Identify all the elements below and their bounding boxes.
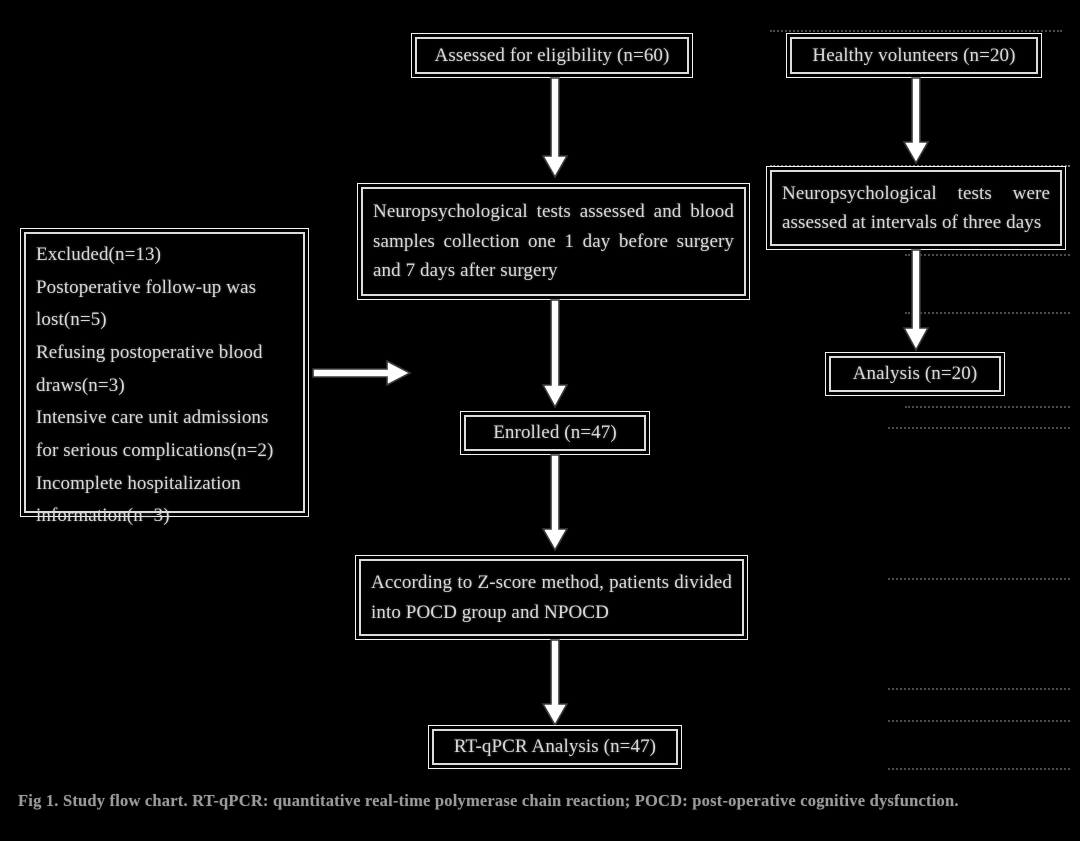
scan-artifact-dotted-rule <box>905 406 1070 408</box>
arrow-neuropsych-to-enrolled <box>535 299 575 412</box>
scan-artifact-dotted-rule <box>888 427 1070 429</box>
arrow-healthy-to-neuropsych-volunteers <box>896 77 936 168</box>
scan-artifact-dotted-rule <box>888 688 1070 690</box>
excluded-list-item: Postoperative follow-up was lost(n=5) <box>36 276 257 331</box>
node-label: Neuropsychological tests assessed and bl… <box>373 201 734 282</box>
excluded-list-item: Refusing postoperative blood draws(n=3) <box>36 342 263 396</box>
node-assessed-for-eligibility: Assessed for eligibility (n=60) <box>411 33 693 78</box>
arrow-assessed-to-neuropsych <box>535 77 575 183</box>
node-border-inner: Enrolled (n=47) <box>464 415 646 451</box>
node-label: Enrolled (n=47) <box>493 422 617 444</box>
node-label: Analysis (n=20) <box>852 363 978 385</box>
node-neuropsychological-tests-patients: Neuropsychological tests assessed and bl… <box>357 183 750 300</box>
node-enrolled: Enrolled (n=47) <box>460 411 650 455</box>
node-analysis-volunteers: Analysis (n=20) <box>825 352 1005 396</box>
scan-artifact-dotted-rule <box>888 768 1070 770</box>
node-label: Neuropsychological tests were assessed a… <box>782 182 1050 233</box>
arrow-excluded-to-flow <box>312 355 413 391</box>
node-border-inner: Excluded(n=13) Postoperative follow-up w… <box>24 232 305 526</box>
node-label: Healthy volunteers (n=20) <box>812 44 1016 66</box>
scan-artifact-dotted-rule <box>905 312 1070 314</box>
node-neuropsychological-tests-volunteers: Neuropsychological tests were assessed a… <box>766 166 1066 250</box>
node-zscore-grouping: According to Z-score method, patients di… <box>355 555 748 640</box>
node-healthy-volunteers: Healthy volunteers (n=20) <box>786 33 1042 78</box>
excluded-list-item: Incomplete hospitalization information(n… <box>36 472 241 527</box>
node-rtqpcr-analysis: RT-qPCR Analysis (n=47) <box>428 725 682 769</box>
node-border-inner: Neuropsychological tests assessed and bl… <box>361 187 746 296</box>
arrow-neuropsych-volunteers-to-analysis <box>896 249 936 355</box>
arrow-zscore-to-rtqpcr <box>535 639 575 730</box>
excluded-list-item: Excluded(n=13) <box>36 244 162 265</box>
scan-artifact-dotted-rule <box>888 720 1070 722</box>
node-border-inner: Analysis (n=20) <box>829 356 1001 392</box>
node-border-inner: RT-qPCR Analysis (n=47) <box>432 729 678 765</box>
scan-artifact-dotted-rule <box>905 254 1070 256</box>
node-border-inner: According to Z-score method, patients di… <box>359 559 744 636</box>
scan-artifact-dotted-rule <box>888 578 1070 580</box>
scan-artifact-dotted-rule <box>770 30 1062 32</box>
figure-caption: Fig 1. Study flow chart. RT-qPCR: quanti… <box>18 791 959 810</box>
excluded-list-item: Intensive care unit admissions for serio… <box>36 407 274 462</box>
node-border-inner: Assessed for eligibility (n=60) <box>415 37 689 74</box>
node-label: RT-qPCR Analysis (n=47) <box>453 736 657 758</box>
figure-canvas: Assessed for eligibility (n=60) Healthy … <box>0 0 1080 841</box>
node-border-inner: Healthy volunteers (n=20) <box>790 37 1038 74</box>
node-label: According to Z-score method, patients di… <box>371 572 732 623</box>
node-excluded: Excluded(n=13) Postoperative follow-up w… <box>20 228 309 526</box>
arrow-enrolled-to-zscore <box>535 454 575 555</box>
excluded-list: Excluded(n=13) Postoperative follow-up w… <box>36 239 293 533</box>
node-label: Assessed for eligibility (n=60) <box>434 44 670 66</box>
node-border-inner: Neuropsychological tests were assessed a… <box>770 170 1062 246</box>
